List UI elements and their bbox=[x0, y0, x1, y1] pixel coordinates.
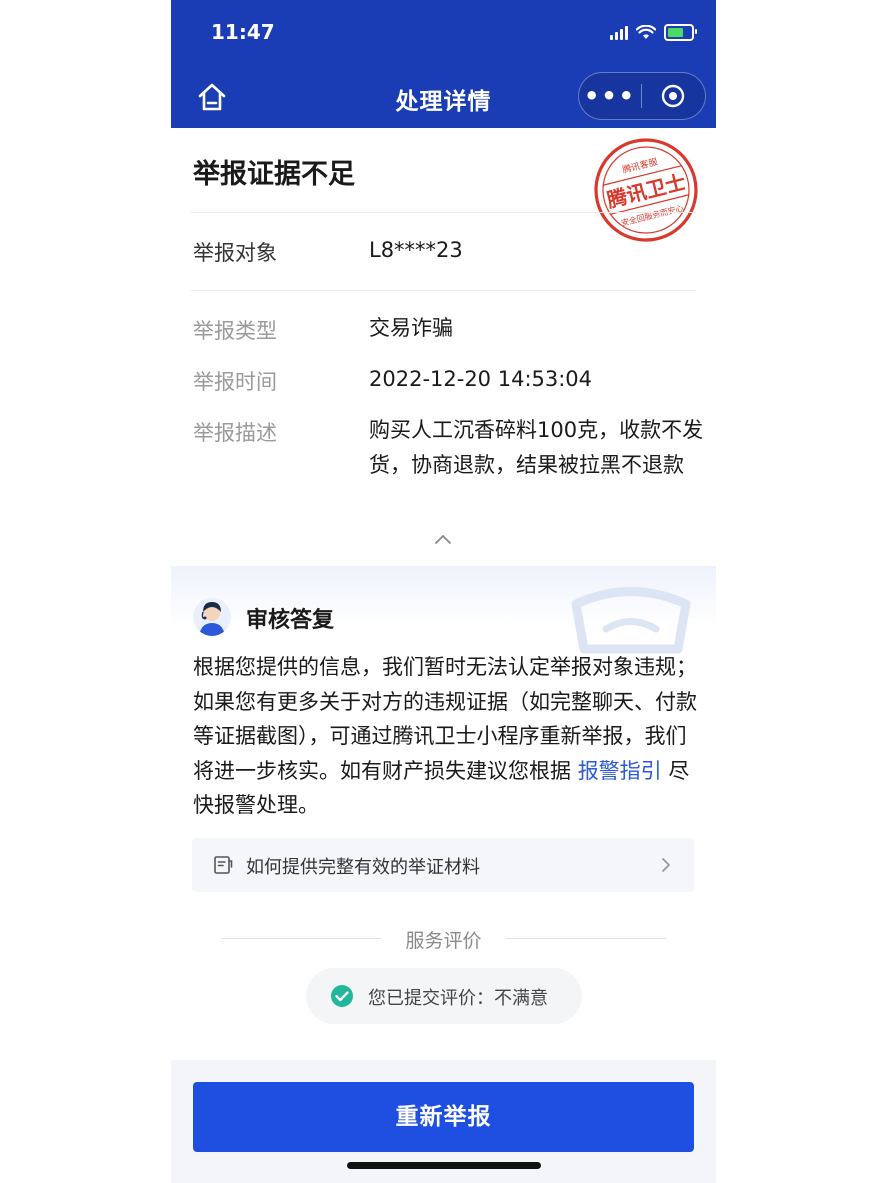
nav-header: 11:47 处理详情 ••• bbox=[171, 0, 716, 128]
check-circle-icon bbox=[331, 985, 353, 1007]
status-time: 11:47 bbox=[211, 20, 275, 44]
evidence-guide-label: 如何提供完整有效的举证材料 bbox=[246, 857, 480, 878]
customer-service-avatar-icon bbox=[199, 602, 225, 636]
report-type-label: 举报类型 bbox=[193, 319, 277, 343]
target-icon bbox=[661, 84, 685, 108]
close-button[interactable] bbox=[642, 83, 704, 109]
report-target-value: L8****23 bbox=[369, 238, 463, 262]
mini-program-capsule: ••• bbox=[578, 72, 706, 120]
report-desc-label: 举报描述 bbox=[193, 421, 277, 445]
review-section: 审核答复 根据您提供的信息，我们暂时无法认定举报对象违规；如果您有更多关于对方的… bbox=[171, 566, 716, 1060]
report-result-title: 举报证据不足 bbox=[193, 159, 355, 190]
more-button[interactable]: ••• bbox=[579, 84, 641, 108]
police-guide-link[interactable]: 报警指引 bbox=[578, 759, 662, 783]
review-title: 审核答复 bbox=[246, 608, 335, 633]
divider bbox=[191, 290, 696, 291]
document-icon bbox=[214, 856, 233, 874]
report-type-value: 交易诈骗 bbox=[369, 316, 453, 340]
rating-status-text: 您已提交评价：不满意 bbox=[368, 988, 548, 1009]
divider bbox=[191, 212, 696, 213]
service-rating-header: 服务评价 bbox=[221, 926, 666, 952]
status-icons bbox=[610, 24, 697, 41]
chevron-up-icon[interactable] bbox=[433, 532, 453, 546]
report-desc-value: 购买人工沉香碎料100克，收款不发货，协商退款，结果被拉黑不退款 bbox=[369, 418, 704, 477]
chevron-right-icon bbox=[662, 858, 670, 872]
tencent-guard-stamp: 腾讯客服 腾讯卫士 安全回服务而安心 bbox=[594, 138, 698, 242]
report-time-label: 举报时间 bbox=[193, 370, 277, 394]
bottom-action-bar: 重新举报 bbox=[171, 1060, 716, 1183]
report-time-value: 2022-12-20 14:53:04 bbox=[369, 367, 593, 391]
rating-status-badge: 您已提交评价：不满意 bbox=[306, 968, 582, 1024]
avatar bbox=[193, 598, 231, 636]
resubmit-report-button[interactable]: 重新举报 bbox=[193, 1082, 694, 1152]
service-rating-title: 服务评价 bbox=[405, 930, 482, 952]
battery-level bbox=[668, 28, 683, 37]
evidence-guide-link[interactable]: 如何提供完整有效的举证材料 bbox=[192, 838, 694, 892]
wifi-icon bbox=[636, 25, 656, 39]
home-indicator bbox=[347, 1162, 541, 1169]
report-target-label: 举报对象 bbox=[193, 241, 277, 265]
signal-icon bbox=[610, 25, 628, 40]
phone-screen: 11:47 处理详情 ••• 举报证据不足 腾讯客服 腾讯卫士 安全回服务而安心… bbox=[171, 0, 716, 1183]
battery-icon bbox=[664, 24, 697, 41]
review-reply-text: 根据您提供的信息，我们暂时无法认定举报对象违规；如果您有更多关于对方的违规证据（… bbox=[193, 650, 698, 823]
shield-watermark-icon bbox=[571, 587, 691, 654]
